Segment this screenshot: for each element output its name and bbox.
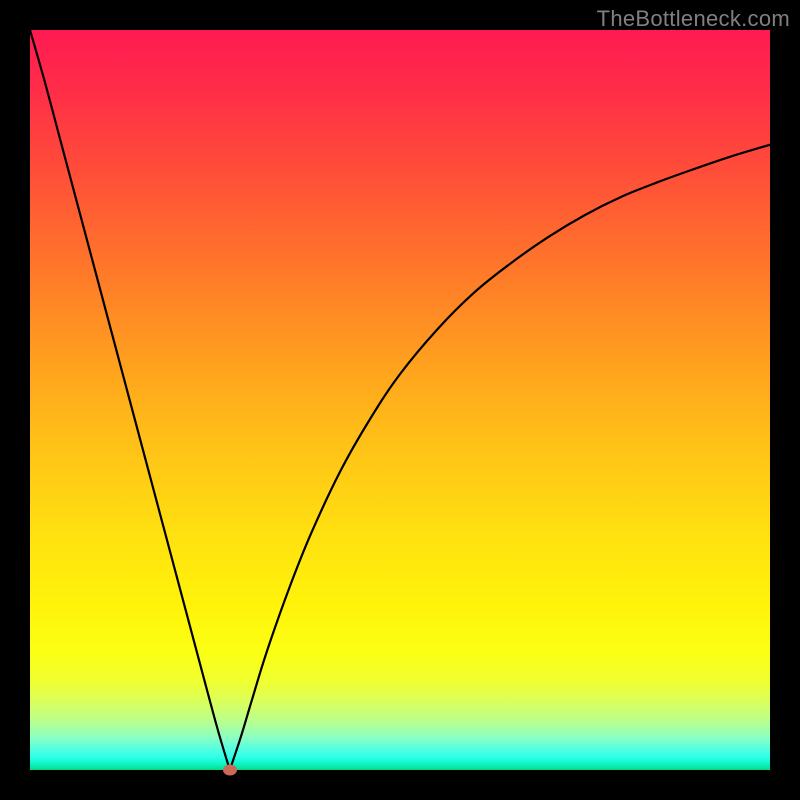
chart-frame: TheBottleneck.com (0, 0, 800, 800)
watermark-text: TheBottleneck.com (597, 6, 790, 32)
bottleneck-curve (30, 30, 770, 770)
minimum-marker (223, 765, 237, 776)
plot-area (30, 30, 770, 770)
